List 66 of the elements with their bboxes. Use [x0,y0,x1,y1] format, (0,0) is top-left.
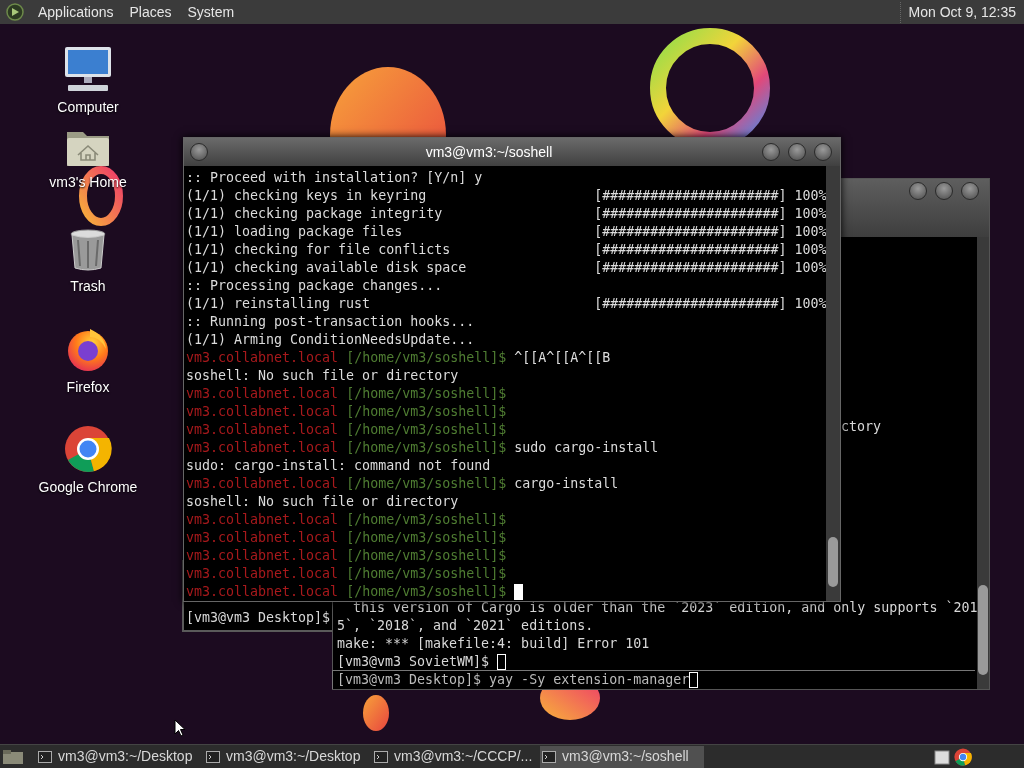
scrollbar[interactable] [977,237,989,689]
terminal-line: vm3.collabnet.local [/home/vm3/soshell]$ [186,529,508,547]
terminal-line: (1/1) reinstalling rust [######################] 100% [186,295,826,313]
terminal-icon [542,750,556,763]
panel-menu[interactable]: System [181,1,241,23]
terminal-line: vm3.collabnet.local [/home/vm3/soshell]$ [186,403,508,421]
terminal-line: (1/1) checking package integrity [######################] 100% [186,205,826,223]
panel-menu[interactable]: Places [123,1,178,23]
window-button[interactable] [909,182,927,200]
terminal-icon [38,750,52,763]
terminal-line: (1/1) checking available disk space [######################] 100% [186,259,826,277]
chrome-icon [64,425,112,473]
terminal-line: (1/1) checking keys in keyring [######################] 100% [186,187,826,205]
terminal-line: sudo: cargo-install: command not found [186,457,491,475]
window-button[interactable] [961,182,979,200]
panel-menu[interactable]: Applications [32,1,120,23]
terminal-line: ctory [841,418,882,436]
terminal-line: vm3.collabnet.local [/home/vm3/soshell]$ [186,583,508,601]
window-icon[interactable] [934,747,952,766]
terminal-line: vm3.collabnet.local [/home/vm3/soshell]$ ^[[A^[[A^[[B [186,349,611,367]
computer-icon [62,45,114,93]
terminal-line: make: *** [makefile:4: build] Error 101 [337,635,651,653]
clock[interactable]: Mon Oct 9, 12:35 [899,1,1024,23]
trash-icon [68,228,108,272]
taskbar-item[interactable]: vm3@vm3:~/Desktop [204,745,368,768]
taskbar-item[interactable]: vm3@vm3:~/soshell [540,745,704,768]
terminal-line: vm3.collabnet.local [/home/vm3/soshell]$ [186,385,508,403]
terminal-line: :: Proceed with installation? [Y/n] y [186,169,483,187]
terminal-line: [vm3@vm3 SovietWM]$ [337,653,491,671]
terminal-line: vm3.collabnet.local [/home/vm3/soshell]$ [186,421,508,439]
chrome-icon[interactable] [954,747,972,766]
terminal-line: [vm3@vm3 Desktop]$ [186,609,332,627]
scrollbar[interactable] [826,166,840,601]
terminal-line: [vm3@vm3 Desktop]$ yay -Sy extension-manager [337,671,690,689]
terminal-line: (1/1) checking for file conflicts [######################] 100% [186,241,826,259]
desktop-icon[interactable]: Computer [28,45,148,118]
window-button[interactable] [788,143,806,161]
taskbar-item[interactable]: vm3@vm3:~/CCCP/... [372,745,536,768]
terminal-line: 5`, `2018`, and `2021` editions. [337,617,595,635]
window-title: vm3@vm3:~/soshell [424,142,554,162]
folder-icon[interactable] [2,748,24,765]
menu-logo-icon[interactable] [6,3,24,21]
terminal-line: (1/1) Arming ConditionNeedsUpdate... [186,331,475,349]
terminal-line: :: Running post-transaction hooks... [186,313,475,331]
window-button[interactable] [190,143,208,161]
scrollbar-thumb[interactable] [828,537,838,587]
terminal-line: :: Processing package changes... [186,277,443,295]
desktop-icon[interactable]: Trash [28,228,148,297]
terminal-line: (1/1) loading package files [######################] 100% [186,223,826,241]
terminal-icon [374,750,388,763]
terminal-line: vm3.collabnet.local [/home/vm3/soshell]$ [186,565,508,583]
terminal-line: vm3.collabnet.local [/home/vm3/soshell]$ sudo cargo-install [186,439,659,457]
window-button[interactable] [762,143,780,161]
window-button[interactable] [814,143,832,161]
mouse-pointer-icon [174,719,186,737]
scrollbar-thumb[interactable] [978,585,989,675]
window-button[interactable] [935,182,953,200]
terminal-line: vm3.collabnet.local [/home/vm3/soshell]$ cargo-install [186,475,619,493]
terminal-line: soshell: No such file or directory [186,493,459,511]
terminal-icon [206,750,220,763]
desktop-icon[interactable]: Google Chrome [28,425,148,498]
terminal-line: vm3.collabnet.local [/home/vm3/soshell]$ [186,511,508,529]
desktop-icon[interactable]: Firefox [28,325,148,398]
taskbar-item[interactable]: vm3@vm3:~/Desktop [36,745,200,768]
terminal-line: vm3.collabnet.local [/home/vm3/soshell]$ [186,547,508,565]
terminal-line: soshell: No such file or directory [186,367,459,385]
